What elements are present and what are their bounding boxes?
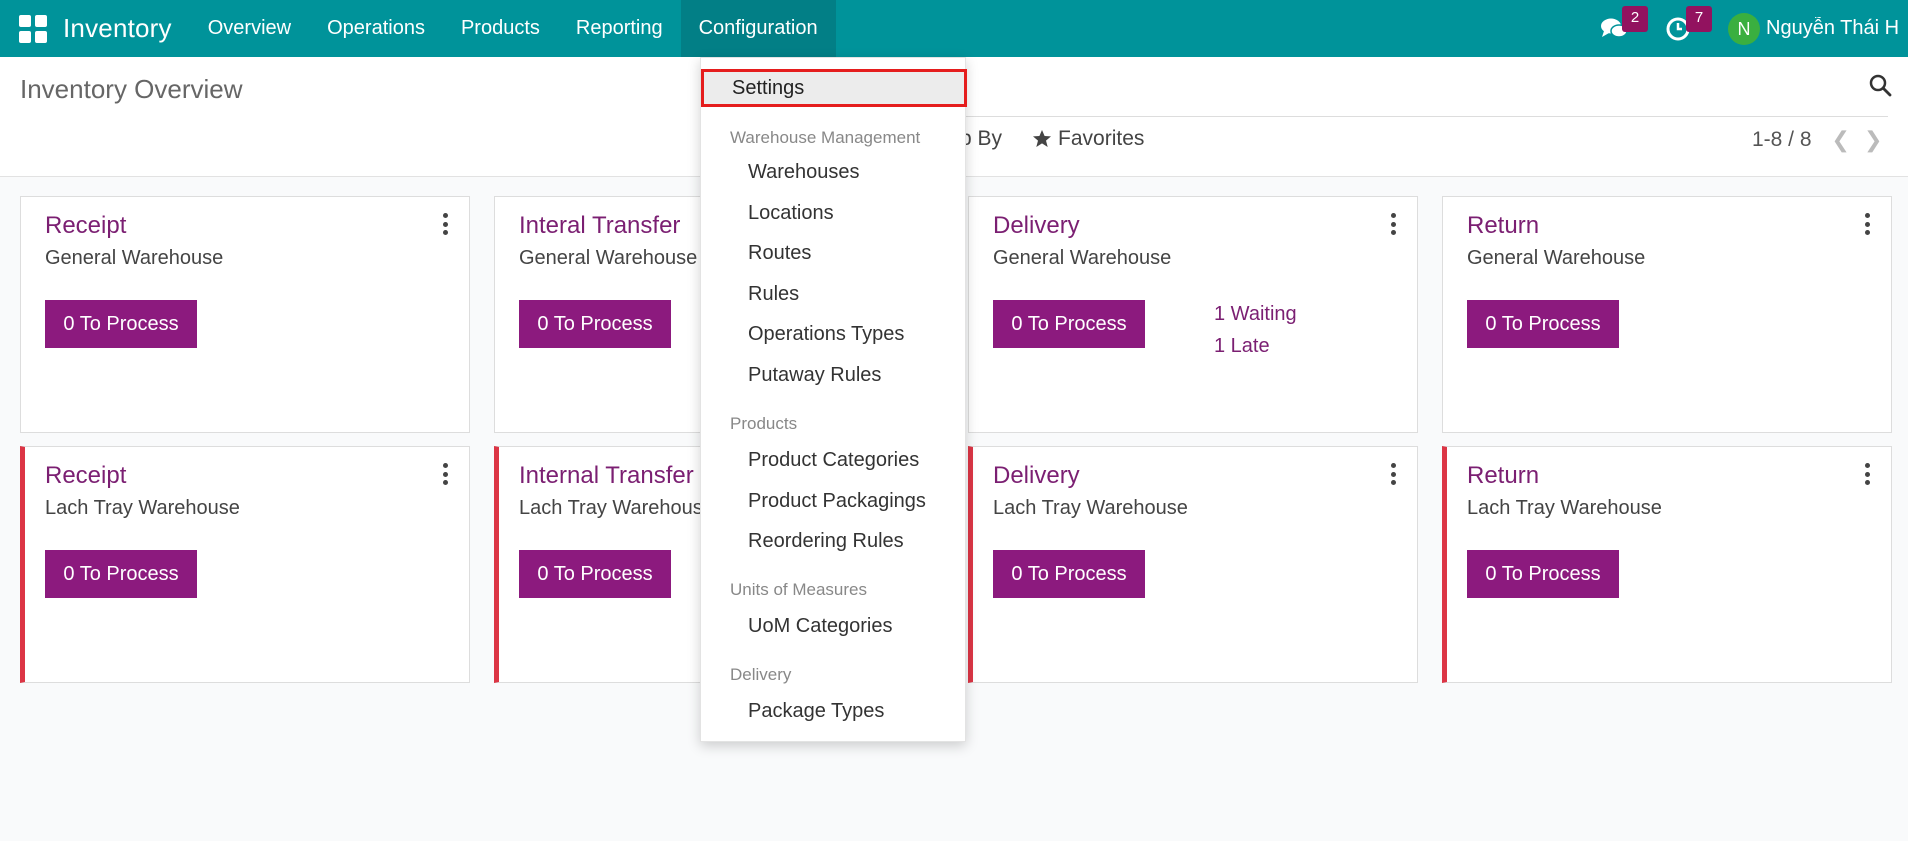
favorites-label: Favorites bbox=[1058, 127, 1145, 150]
menu-item-locations[interactable]: Locations bbox=[748, 202, 834, 225]
nav-products[interactable]: Products bbox=[443, 0, 558, 57]
card-warehouse: General Warehouse bbox=[45, 247, 224, 269]
kebab-menu-icon[interactable] bbox=[441, 463, 449, 485]
card-title[interactable]: Interal Transfer bbox=[519, 212, 680, 240]
section-header-warehouse-management: Warehouse Management bbox=[730, 128, 921, 147]
top-navbar: Inventory Overview Operations Products R… bbox=[0, 0, 1908, 57]
card-warehouse: General Warehouse bbox=[1467, 247, 1646, 269]
to-process-button[interactable]: 0 To Process bbox=[1467, 550, 1619, 598]
waiting-link[interactable]: 1 Waiting bbox=[1214, 303, 1297, 326]
menu-item-settings[interactable]: Settings bbox=[701, 69, 967, 107]
nav-overview[interactable]: Overview bbox=[190, 0, 309, 57]
card-title[interactable]: Return bbox=[1467, 212, 1539, 240]
operation-card[interactable]: Receipt Lach Tray Warehouse 0 To Process bbox=[20, 446, 470, 683]
operation-card[interactable]: Delivery General Warehouse 0 To Process … bbox=[968, 196, 1418, 433]
messages-count-badge: 2 bbox=[1622, 6, 1648, 32]
menu-item-package-types[interactable]: Package Types bbox=[748, 700, 884, 723]
nav-operations[interactable]: Operations bbox=[309, 0, 443, 57]
apps-menu-icon[interactable] bbox=[19, 14, 47, 43]
to-process-button[interactable]: 0 To Process bbox=[1467, 300, 1619, 348]
card-warehouse: General Warehouse bbox=[993, 247, 1172, 269]
menu-item-routes[interactable]: Routes bbox=[748, 242, 811, 265]
card-title[interactable]: Receipt bbox=[45, 212, 126, 240]
card-warehouse: Lach Tray Warehouse bbox=[45, 497, 240, 519]
kebab-menu-icon[interactable] bbox=[1863, 463, 1871, 485]
menu-item-uom-categories[interactable]: UoM Categories bbox=[748, 615, 893, 638]
favorites-button[interactable]: Favorites bbox=[1032, 127, 1144, 151]
kebab-menu-icon[interactable] bbox=[441, 213, 449, 235]
star-icon bbox=[1033, 130, 1052, 147]
to-process-button[interactable]: 0 To Process bbox=[45, 550, 197, 598]
search-input-underline[interactable] bbox=[940, 116, 1888, 117]
operation-card[interactable]: Return Lach Tray Warehouse 0 To Process bbox=[1442, 446, 1892, 683]
section-header-products: Products bbox=[730, 414, 798, 433]
menu-item-product-categories[interactable]: Product Categories bbox=[748, 449, 919, 472]
app-brand[interactable]: Inventory bbox=[63, 13, 172, 44]
section-header-units-of-measures: Units of Measures bbox=[730, 580, 867, 599]
to-process-button[interactable]: 0 To Process bbox=[993, 550, 1145, 598]
card-warehouse: General Warehouse bbox=[519, 247, 698, 269]
menu-item-reordering-rules[interactable]: Reordering Rules bbox=[748, 530, 904, 553]
search-icon[interactable] bbox=[1868, 73, 1892, 97]
pager: 1-8 / 8 ❮ ❯ bbox=[1752, 127, 1882, 153]
user-avatar[interactable]: N bbox=[1728, 12, 1760, 45]
pager-next-icon[interactable]: ❯ bbox=[1864, 127, 1882, 153]
messages-button[interactable]: 2 bbox=[1592, 0, 1648, 57]
operation-card[interactable]: Return General Warehouse 0 To Process bbox=[1442, 196, 1892, 433]
nav-reporting[interactable]: Reporting bbox=[558, 0, 681, 57]
activities-count-badge: 7 bbox=[1686, 6, 1712, 32]
systray: 2 7 N Nguyễn Thái H bbox=[1592, 0, 1908, 57]
menu-item-warehouses[interactable]: Warehouses bbox=[748, 161, 860, 184]
section-header-delivery: Delivery bbox=[730, 665, 792, 684]
group-by-button[interactable]: p By bbox=[960, 127, 1002, 151]
card-title[interactable]: Internal Transfer bbox=[519, 462, 694, 490]
to-process-button[interactable]: 0 To Process bbox=[519, 550, 671, 598]
kebab-menu-icon[interactable] bbox=[1863, 213, 1871, 235]
card-title[interactable]: Receipt bbox=[45, 462, 126, 490]
search-options: p By Favorites bbox=[960, 127, 1144, 151]
to-process-button[interactable]: 0 To Process bbox=[993, 300, 1145, 348]
card-title[interactable]: Delivery bbox=[993, 462, 1080, 490]
page-title: Inventory Overview bbox=[20, 74, 243, 104]
menu-item-rules[interactable]: Rules bbox=[748, 283, 799, 306]
to-process-button[interactable]: 0 To Process bbox=[45, 300, 197, 348]
to-process-button[interactable]: 0 To Process bbox=[519, 300, 671, 348]
pager-previous-icon[interactable]: ❮ bbox=[1832, 127, 1850, 153]
activities-button[interactable]: 7 bbox=[1656, 0, 1712, 57]
card-warehouse: Lach Tray Warehous bbox=[519, 497, 703, 519]
menu-item-operations-types[interactable]: Operations Types bbox=[748, 323, 904, 346]
operation-card[interactable]: Receipt General Warehouse 0 To Process bbox=[20, 196, 470, 433]
card-warehouse: Lach Tray Warehouse bbox=[993, 497, 1188, 519]
configuration-dropdown: Settings Warehouse Management Warehouses… bbox=[700, 57, 967, 742]
user-name[interactable]: Nguyễn Thái H bbox=[1766, 17, 1908, 40]
pager-value[interactable]: 1-8 / 8 bbox=[1752, 128, 1812, 152]
nav-configuration[interactable]: Configuration bbox=[680, 0, 836, 57]
menu-item-product-packagings[interactable]: Product Packagings bbox=[748, 490, 926, 513]
late-link[interactable]: 1 Late bbox=[1214, 335, 1270, 358]
kebab-menu-icon[interactable] bbox=[1389, 463, 1397, 485]
card-warehouse: Lach Tray Warehouse bbox=[1467, 497, 1662, 519]
card-title[interactable]: Delivery bbox=[993, 212, 1080, 240]
kebab-menu-icon[interactable] bbox=[1389, 213, 1397, 235]
operation-card[interactable]: Delivery Lach Tray Warehouse 0 To Proces… bbox=[968, 446, 1418, 683]
card-title[interactable]: Return bbox=[1467, 462, 1539, 490]
menu-item-putaway-rules[interactable]: Putaway Rules bbox=[748, 364, 881, 387]
